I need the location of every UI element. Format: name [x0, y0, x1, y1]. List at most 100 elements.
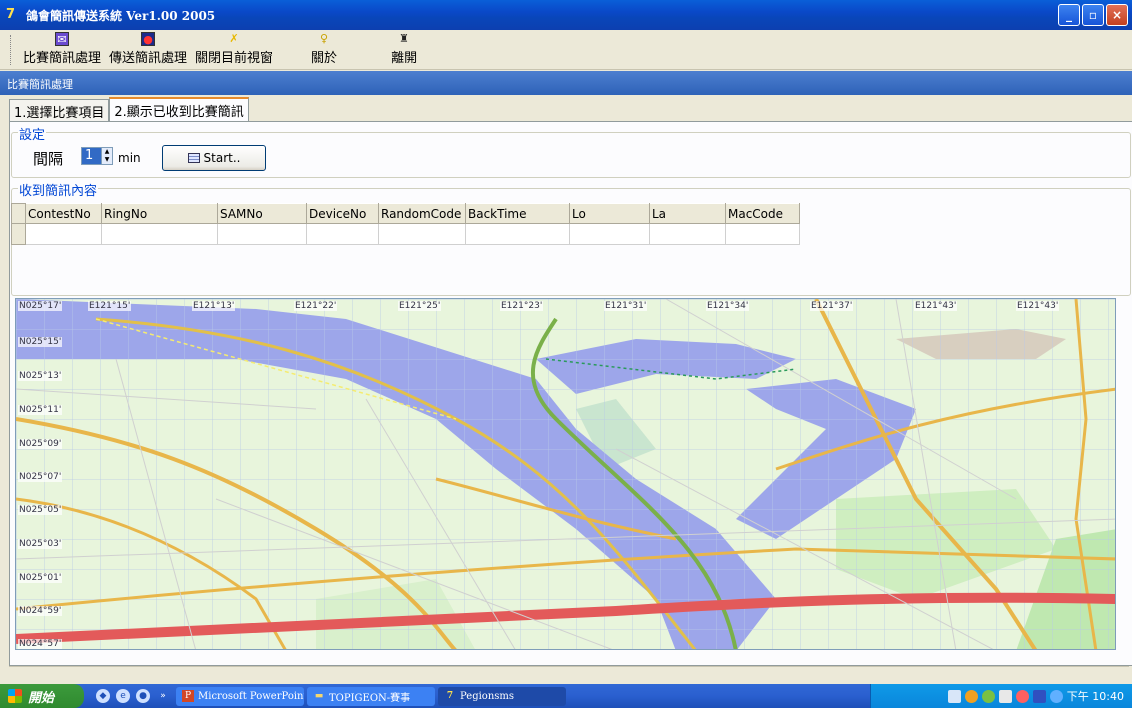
column-header[interactable]: SAMNo	[217, 203, 307, 224]
settings-legend: 設定	[18, 124, 47, 143]
column-header[interactable]: BackTime	[465, 203, 570, 224]
system-tray: 下午 10:40	[870, 684, 1132, 708]
start-button[interactable]: Start..	[162, 145, 266, 171]
map-view[interactable]: N025°17' E121°15' E121°13' E121°22' E121…	[15, 298, 1116, 650]
task-label: Microsoft PowerPoint ...	[198, 690, 304, 702]
map-coord-label: N024°57'	[18, 639, 63, 649]
clock[interactable]: 下午 10:40	[1067, 688, 1124, 704]
toolbar: ✉ 比賽簡訊處理 ● 傳送簡訊處理 ✗ 關閉目前視窗 ♀ 關於 ♜ 離開	[0, 30, 1132, 70]
exit-label: 離開	[391, 51, 418, 66]
column-header[interactable]: ContestNo	[25, 203, 102, 224]
maximize-button[interactable]: ▫	[1082, 4, 1104, 26]
map-coord-label: N025°11'	[18, 405, 63, 415]
map-coord-label: E121°34'	[706, 301, 750, 311]
close-window-icon: ✗	[229, 32, 239, 45]
map-coord-label: E121°31'	[604, 301, 648, 311]
map-coord-label: E121°15'	[88, 301, 132, 311]
interval-spinner[interactable]: 1 ▲ ▼	[81, 147, 113, 165]
exit-button[interactable]: ♜ 離開	[387, 32, 421, 69]
quick-launch: ◆ e ● »	[96, 689, 170, 703]
keyboard-icon[interactable]	[947, 689, 961, 703]
spin-down-icon[interactable]: ▼	[102, 156, 112, 164]
map-canvas	[16, 299, 1115, 649]
start-menu-button[interactable]: 開始	[0, 684, 84, 708]
column-header[interactable]: DeviceNo	[306, 203, 379, 224]
messenger-icon[interactable]	[1049, 689, 1063, 703]
table-cell[interactable]	[465, 223, 570, 245]
toolbar-grip[interactable]	[10, 35, 13, 65]
messages-grid[interactable]: ContestNo RingNo SAMNo DeviceNo RandomCo…	[11, 203, 800, 245]
interval-label: 間隔	[33, 150, 64, 168]
taskbar: 開始 ◆ e ● » P Microsoft PowerPoint ... ▬ …	[0, 684, 1132, 708]
map-coord-label: N025°15'	[18, 337, 63, 347]
window-title: 鴿會簡訊傳送系統 Ver1.00 2005	[26, 8, 216, 23]
media-icon[interactable]: ●	[136, 689, 150, 703]
about-button[interactable]: ♀ 關於	[307, 32, 341, 69]
column-header[interactable]: Lo	[569, 203, 650, 224]
network-icon[interactable]	[981, 689, 995, 703]
map-coord-label: N025°09'	[18, 439, 63, 449]
task-label: Pegionsms	[460, 690, 515, 702]
spinner-arrows[interactable]: ▲ ▼	[101, 148, 112, 164]
table-cell[interactable]	[25, 223, 102, 245]
browser-icon[interactable]: e	[116, 689, 130, 703]
app-icon: 7	[6, 7, 16, 22]
map-coord-label: N025°13'	[18, 371, 63, 381]
table-cell[interactable]	[101, 223, 218, 245]
tab-select-contest[interactable]: 1.選擇比賽項目	[9, 99, 110, 121]
column-header[interactable]: La	[649, 203, 726, 224]
task-label: TOPIGEON-賽事	[329, 692, 411, 704]
table-cell[interactable]	[569, 223, 650, 245]
table-cell[interactable]	[378, 223, 466, 245]
desktop-icon[interactable]: ◆	[96, 689, 110, 703]
shield-icon[interactable]	[964, 689, 978, 703]
map-coord-label: E121°43'	[1016, 301, 1060, 311]
message-icon: ✉	[55, 32, 69, 46]
folder-icon: ▬	[314, 691, 324, 701]
table-cell[interactable]	[306, 223, 379, 245]
map-coord-label: N024°59'	[18, 606, 63, 616]
window-titlebar[interactable]: 7 鴿會簡訊傳送系統 Ver1.00 2005 _ ▫ ×	[0, 0, 1132, 30]
antivirus-icon[interactable]	[1015, 689, 1029, 703]
about-label: 關於	[311, 51, 338, 66]
windows-logo-icon	[8, 689, 22, 703]
column-header[interactable]: RandomCode	[378, 203, 466, 224]
close-button[interactable]: ×	[1106, 4, 1128, 26]
display-icon[interactable]	[1032, 689, 1046, 703]
grid-icon	[187, 153, 200, 163]
table-row[interactable]	[11, 223, 800, 245]
section-header: 比賽簡訊處理	[0, 71, 1132, 95]
send-message-button[interactable]: ● 傳送簡訊處理	[105, 32, 191, 69]
interval-value[interactable]: 1	[82, 148, 101, 164]
row-header[interactable]	[11, 223, 26, 245]
task-pegionsms[interactable]: 7 Pegionsms	[438, 686, 566, 706]
task-topigeon[interactable]: ▬ TOPIGEON-賽事	[307, 686, 435, 706]
close-window-label: 關閉目前視窗	[195, 51, 274, 66]
grid-corner	[11, 203, 26, 224]
map-coord-label: E121°13'	[192, 301, 236, 311]
interval-unit: min	[118, 151, 141, 165]
horizontal-scrollbar[interactable]	[9, 666, 1129, 684]
table-cell[interactable]	[649, 223, 726, 245]
map-coord-label: N025°03'	[18, 539, 63, 549]
tab-received-messages[interactable]: 2.顯示已收到比賽簡訊	[109, 97, 249, 121]
window-controls: _ ▫ ×	[1058, 4, 1128, 26]
about-icon: ♀	[320, 32, 329, 45]
minimize-button[interactable]: _	[1058, 4, 1080, 26]
close-window-button[interactable]: ✗ 關閉目前視窗	[191, 32, 277, 69]
table-cell[interactable]	[725, 223, 800, 245]
speaker-icon[interactable]	[998, 689, 1012, 703]
map-coord-label: E121°23'	[500, 301, 544, 311]
settings-group: 設定 間隔 1 ▲ ▼ min Start..	[11, 124, 1131, 178]
app-icon: 7	[446, 691, 454, 701]
map-coord-label: N025°17'	[18, 301, 63, 311]
contest-message-button[interactable]: ✉ 比賽簡訊處理	[19, 32, 105, 69]
task-powerpoint[interactable]: P Microsoft PowerPoint ...	[176, 686, 304, 706]
column-header[interactable]: MacCode	[725, 203, 800, 224]
table-cell[interactable]	[217, 223, 307, 245]
exit-icon: ♜	[399, 32, 409, 45]
column-header[interactable]: RingNo	[101, 203, 218, 224]
send-icon: ●	[141, 32, 156, 46]
chevron-right-icon[interactable]: »	[156, 689, 170, 703]
spin-up-icon[interactable]: ▲	[102, 148, 112, 156]
